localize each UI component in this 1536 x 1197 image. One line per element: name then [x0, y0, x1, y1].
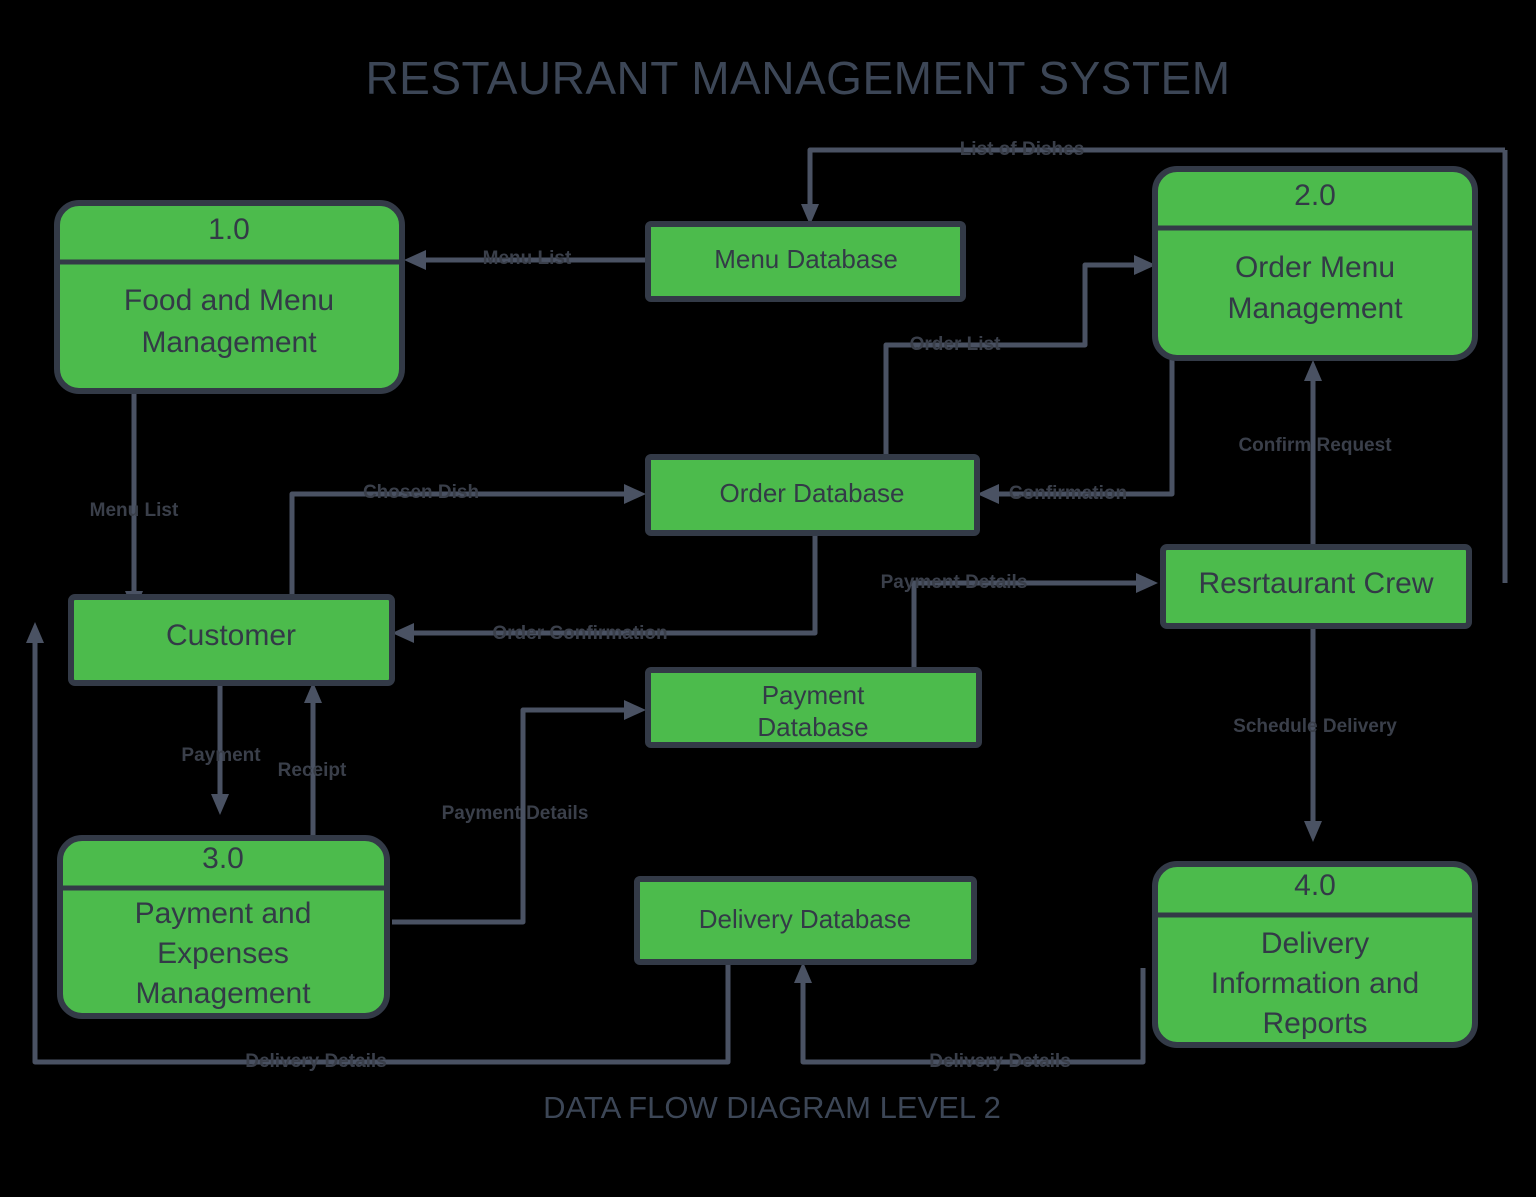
- flow-label-order-confirmation: Order Confirmation: [492, 623, 667, 644]
- flow-label-confirm-request: Confirm Request: [1238, 435, 1392, 456]
- process-label-line1: Order Menu: [1235, 251, 1395, 284]
- page-title: RESTAURANT MANAGEMENT SYSTEM: [365, 52, 1230, 104]
- process-payment-and-expenses-management[interactable]: 3.0 Payment and Expenses Management: [57, 835, 390, 1019]
- datastore-label-line1: Payment: [762, 680, 865, 710]
- process-order-menu-management[interactable]: 2.0 Order Menu Management: [1152, 166, 1478, 361]
- process-number: 4.0: [1294, 869, 1336, 902]
- process-delivery-information-and-reports[interactable]: 4.0 Delivery Information and Reports: [1152, 861, 1478, 1048]
- process-label-line1: Delivery: [1261, 927, 1369, 960]
- flow-label-delivery-details-left: Delivery Details: [245, 1051, 387, 1072]
- flow-label-schedule-delivery: Schedule Delivery: [1233, 716, 1397, 737]
- entity-restaurant-crew[interactable]: Resrtaurant Crew: [1160, 544, 1472, 629]
- process-label-line2: Management: [1227, 292, 1403, 325]
- dfd-canvas: RESTAURANT MANAGEMENT SYSTEM 1.0 Food an…: [0, 0, 1536, 1197]
- datastore-label: Order Database: [720, 478, 905, 508]
- flow-label-payment-details-db: Payment Details: [442, 803, 589, 824]
- flow-label-delivery-details-right: Delivery Details: [929, 1051, 1071, 1072]
- datastore-label: Menu Database: [714, 244, 898, 274]
- dfd-svg: RESTAURANT MANAGEMENT SYSTEM 1.0 Food an…: [26, 52, 1508, 1125]
- flow-label-list-of-dishes: List of Dishes: [960, 139, 1085, 160]
- flow-label-chosen-dish: Chosen Dish: [363, 482, 479, 503]
- process-number: 2.0: [1294, 179, 1336, 212]
- datastore-order-database[interactable]: Order Database: [645, 454, 980, 536]
- process-number: 3.0: [202, 842, 244, 875]
- datastore-payment-database[interactable]: Payment Database: [645, 667, 982, 748]
- flow-label-menu-list-left: Menu List: [90, 500, 179, 521]
- process-number: 1.0: [208, 213, 250, 246]
- flow-label-payment: Payment: [181, 745, 261, 766]
- datastore-label: Delivery Database: [699, 904, 911, 934]
- flow-label-confirmation: Confirmation: [1009, 483, 1127, 504]
- process-label-line3: Management: [135, 977, 311, 1010]
- process-label-line2: Expenses: [157, 937, 289, 970]
- datastore-delivery-database[interactable]: Delivery Database: [634, 876, 977, 965]
- flow-label-order-list: Order List: [910, 334, 1001, 355]
- process-label-line1: Food and Menu: [124, 284, 334, 317]
- entity-label: Resrtaurant Crew: [1198, 567, 1433, 600]
- entity-label: Customer: [166, 619, 296, 652]
- datastore-menu-database[interactable]: Menu Database: [645, 221, 966, 302]
- flow-label-payment-details-crew: Payment Details: [881, 572, 1028, 593]
- flow-label-receipt: Receipt: [278, 760, 347, 781]
- process-label-line1: Payment and: [135, 897, 312, 930]
- footer-caption: DATA FLOW DIAGRAM LEVEL 2: [543, 1090, 1001, 1125]
- flow-label-menu-list-top: Menu List: [483, 248, 572, 269]
- flow-delivery-details-right: [794, 962, 1146, 1065]
- process-food-and-menu-management[interactable]: 1.0 Food and Menu Management: [54, 200, 405, 394]
- entity-customer[interactable]: Customer: [68, 594, 395, 686]
- process-label-line2: Management: [141, 326, 317, 359]
- process-label-line2: Information and: [1211, 967, 1419, 1000]
- datastore-label-line2: Database: [757, 712, 868, 742]
- process-label-line3: Reports: [1262, 1007, 1367, 1040]
